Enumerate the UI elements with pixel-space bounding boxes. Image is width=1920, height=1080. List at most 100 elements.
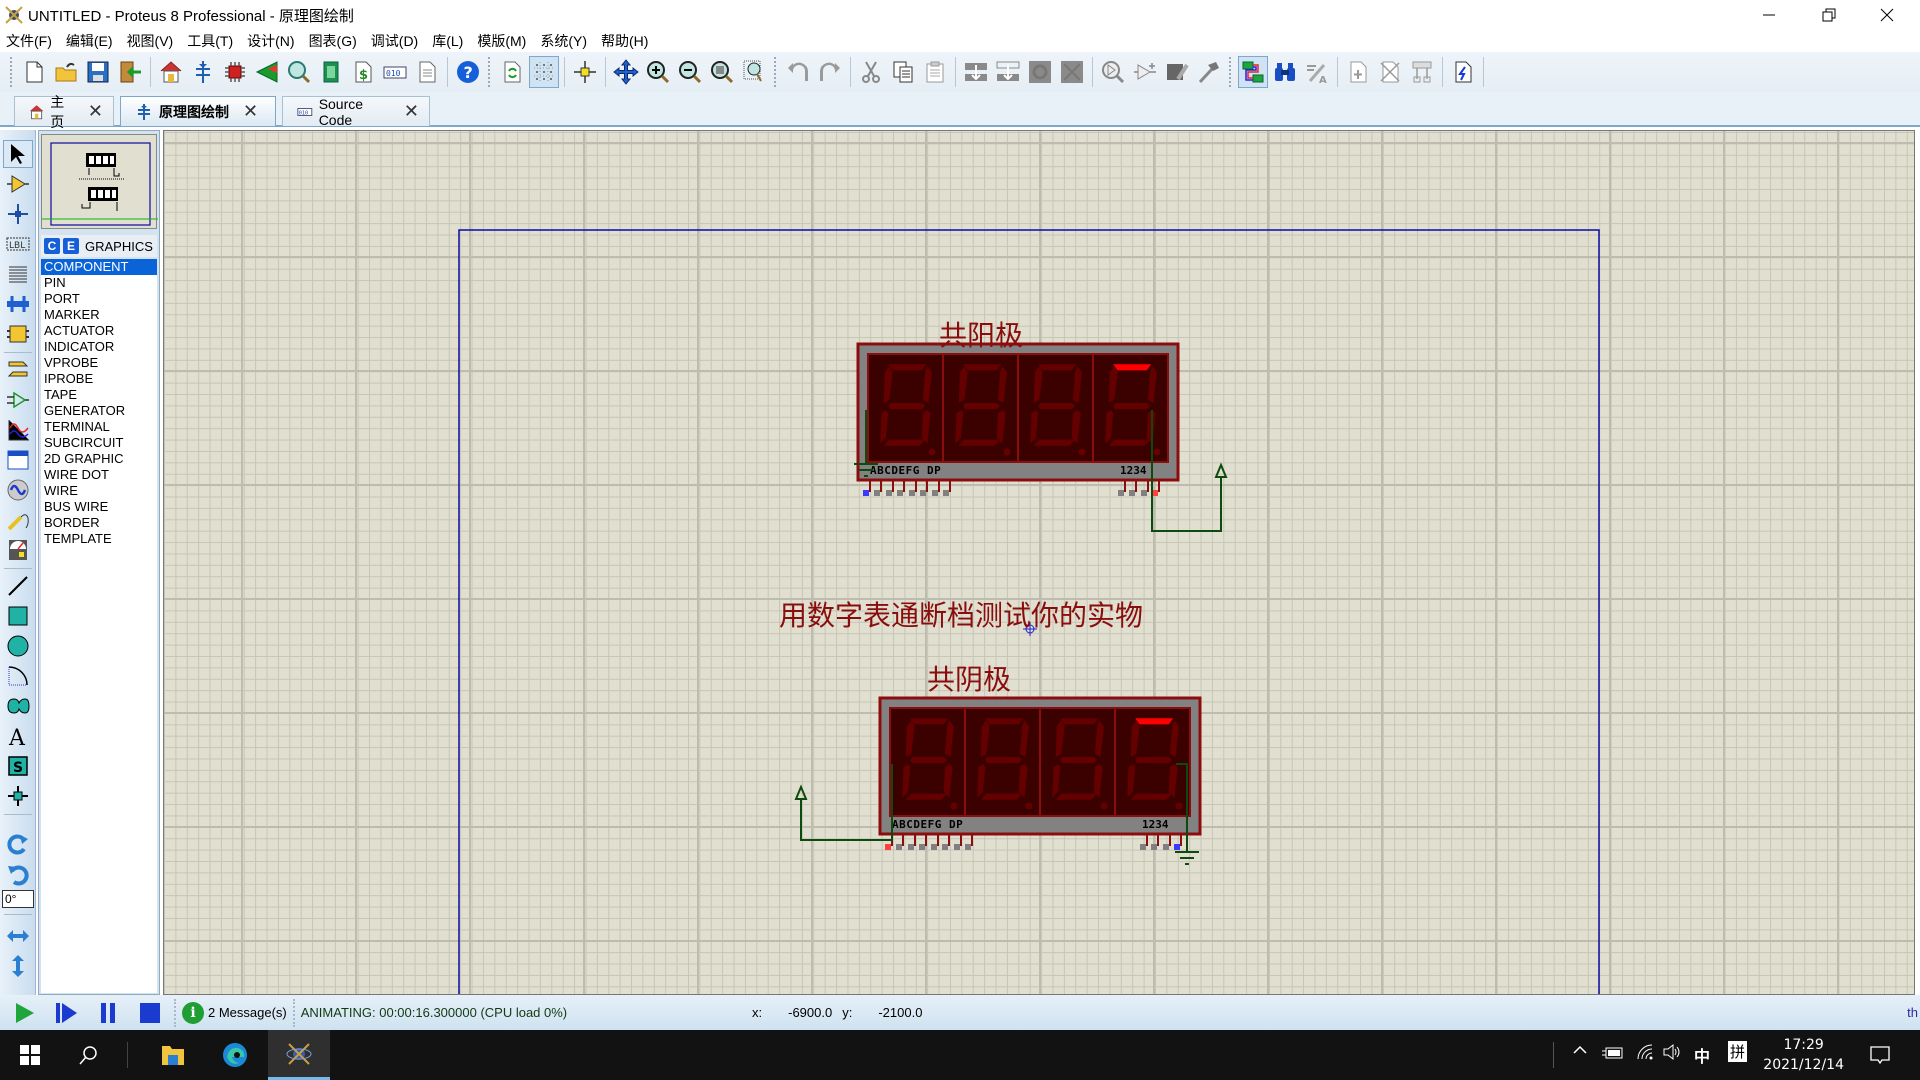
origin-button[interactable]	[570, 56, 600, 88]
selector-item-port[interactable]: PORT	[41, 291, 157, 307]
stop-button[interactable]	[132, 998, 168, 1028]
seven-segment-display-common-cathode[interactable]: ABCDEFG DP 1234	[878, 696, 1202, 850]
tool-2d-text-mode[interactable]: A	[3, 722, 33, 750]
make-device-button[interactable]	[1130, 56, 1160, 88]
save-button[interactable]	[83, 56, 113, 88]
redraw-button[interactable]	[497, 56, 527, 88]
overview-window[interactable]	[41, 134, 158, 229]
edit-library-button[interactable]: E	[63, 238, 79, 254]
label-common-anode[interactable]: 共阳极	[939, 314, 1023, 354]
decompose-button[interactable]	[1194, 56, 1224, 88]
label-instruction[interactable]: 用数字表通断档测试你的实物	[779, 594, 1143, 634]
zoom-in-button[interactable]	[643, 56, 673, 88]
menu-library[interactable]: 库(L)	[432, 31, 463, 51]
pause-button[interactable]	[90, 998, 126, 1028]
mirror-y-button[interactable]	[3, 952, 33, 980]
tool-selection-mode[interactable]	[3, 140, 33, 168]
selector-item-terminal[interactable]: TERMINAL	[41, 419, 157, 435]
label-common-cathode[interactable]: 共阴极	[927, 658, 1011, 698]
3d-viewer-button[interactable]	[252, 56, 282, 88]
menu-tools[interactable]: 工具(T)	[187, 31, 233, 51]
wire-autorouter-button[interactable]	[1238, 56, 1268, 88]
tab-schematic-capture[interactable]: 原理图绘制 ✕	[120, 96, 276, 126]
pick-devices-button[interactable]: C	[44, 238, 60, 254]
packaging-tool-button[interactable]	[1162, 56, 1192, 88]
menu-debug[interactable]: 调试(D)	[371, 31, 418, 51]
zoom-all-button[interactable]	[707, 56, 737, 88]
tab-home[interactable]: 主页 ✕	[14, 94, 114, 130]
restore-button[interactable]	[1800, 0, 1858, 30]
selector-item-vprobe[interactable]: VPROBE	[41, 355, 157, 371]
rotate-anticlockwise-button[interactable]	[3, 860, 33, 888]
tab-close-icon[interactable]: ✕	[88, 101, 103, 122]
selector-item-wire[interactable]: WIRE	[41, 483, 157, 499]
block-rotate-button[interactable]	[1025, 56, 1055, 88]
rotation-angle-input[interactable]	[2, 890, 34, 908]
selector-item-actuator[interactable]: ACTUATOR	[41, 323, 157, 339]
zoom-out-button[interactable]	[675, 56, 705, 88]
tool-text-script-mode[interactable]	[3, 260, 33, 288]
tab-source-code[interactable]: 010 Source Code ✕	[282, 96, 430, 128]
bill-of-materials-button[interactable]: $	[348, 56, 378, 88]
selector-item-bus-wire[interactable]: BUS WIRE	[41, 499, 157, 515]
schematic-canvas[interactable]: ABCDEFG DP 1234 ABCDEFG DP 1234 共阳极 用数字表…	[163, 130, 1915, 995]
exit-to-parent-button[interactable]	[1407, 56, 1437, 88]
toolbar-grip[interactable]	[488, 57, 492, 87]
selector-item-iprobe[interactable]: IPROBE	[41, 371, 157, 387]
menu-view[interactable]: 视图(V)	[127, 31, 174, 51]
rotate-clockwise-button[interactable]	[3, 830, 33, 858]
toolbar-grip[interactable]	[774, 57, 778, 87]
menu-file[interactable]: 文件(F)	[6, 31, 52, 51]
search-tag-button[interactable]	[1270, 56, 1300, 88]
pcb-layout-button[interactable]	[220, 56, 250, 88]
menu-system[interactable]: 系统(Y)	[540, 31, 587, 51]
redo-button[interactable]	[815, 56, 845, 88]
block-move-button[interactable]	[993, 56, 1023, 88]
edge-browser-button[interactable]	[207, 1030, 263, 1080]
pick-device-button[interactable]	[1098, 56, 1128, 88]
project-notes-button[interactable]	[412, 56, 442, 88]
toolbar-grip[interactable]	[10, 57, 14, 87]
remove-sheet-button[interactable]	[1375, 56, 1405, 88]
new-file-button[interactable]	[19, 56, 49, 88]
proteus-taskbar-button[interactable]	[268, 1030, 330, 1080]
tool-graph-mode[interactable]	[3, 416, 33, 444]
tool-terminals-mode[interactable]	[3, 356, 33, 384]
selector-item-border[interactable]: BORDER	[41, 515, 157, 531]
tool-device-pins-mode[interactable]	[3, 386, 33, 414]
undo-button[interactable]	[783, 56, 813, 88]
selector-item-tape[interactable]: TAPE	[41, 387, 157, 403]
home-button[interactable]	[156, 56, 186, 88]
source-code-button[interactable]: 010	[380, 56, 410, 88]
search-button[interactable]	[60, 1030, 116, 1080]
file-explorer-button[interactable]	[145, 1030, 201, 1080]
selector-item-marker[interactable]: MARKER	[41, 307, 157, 323]
zoom-area-button[interactable]	[739, 56, 769, 88]
close-button[interactable]	[1858, 0, 1916, 30]
notifications-button[interactable]	[1856, 1030, 1904, 1080]
grid-toggle-button[interactable]	[529, 56, 559, 88]
block-delete-button[interactable]	[1057, 56, 1087, 88]
start-button[interactable]	[2, 1030, 58, 1080]
ime-mode-indicator[interactable]: 拼	[1728, 1041, 1748, 1062]
show-hidden-icons-button[interactable]	[1572, 1042, 1588, 1062]
units-indicator[interactable]: th	[1907, 1005, 1918, 1020]
selector-item-2d-graphic[interactable]: 2D GRAPHIC	[41, 451, 157, 467]
import-button[interactable]	[115, 56, 145, 88]
selector-item-indicator[interactable]: INDICATOR	[41, 339, 157, 355]
pan-button[interactable]	[611, 56, 641, 88]
tool-wire-label-mode[interactable]: LBL	[3, 230, 33, 258]
tool-2d-marker-mode[interactable]	[3, 782, 33, 810]
copy-button[interactable]	[888, 56, 918, 88]
messages-indicator[interactable]: i 2 Message(s)	[182, 1001, 287, 1024]
selector-item-component[interactable]: COMPONENT	[41, 259, 157, 275]
cut-button[interactable]	[856, 56, 886, 88]
tab-close-icon[interactable]: ✕	[243, 101, 258, 122]
seven-segment-display-common-anode[interactable]: ABCDEFG DP 1234	[856, 342, 1180, 496]
mirror-x-button[interactable]	[3, 922, 33, 950]
input-language-indicator[interactable]: 中	[1694, 1043, 1710, 1067]
open-button[interactable]	[51, 56, 81, 88]
tool-probe-mode[interactable]	[3, 506, 33, 534]
volume-button[interactable]	[1662, 1043, 1682, 1065]
property-assignment-button[interactable]: A	[1302, 56, 1332, 88]
